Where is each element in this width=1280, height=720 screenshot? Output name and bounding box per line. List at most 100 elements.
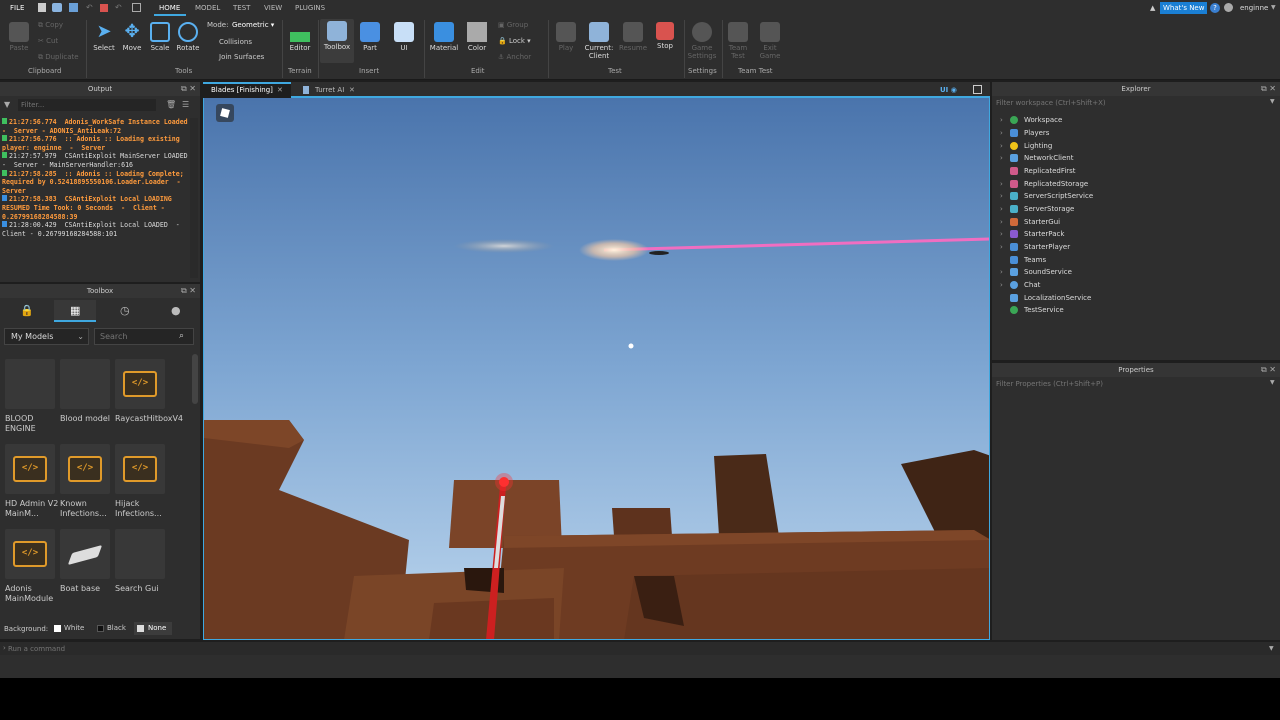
divider <box>684 20 685 78</box>
duplicate-button[interactable]: ⧉ Duplicate <box>38 53 79 62</box>
color-button[interactable]: Color <box>463 20 491 52</box>
ui-button[interactable]: UI <box>390 20 418 52</box>
tab-view[interactable]: VIEW <box>264 4 282 12</box>
menu-bar: FILE ↶ ↶ HOME MODEL TEST VIEW PLUGINS ▲ … <box>0 0 1280 16</box>
undo-icon[interactable]: ↶ <box>86 3 93 12</box>
terrain-editor-button[interactable]: Editor <box>286 20 314 52</box>
file-menu[interactable]: FILE <box>10 4 24 12</box>
scale-tool[interactable]: Scale <box>146 20 174 52</box>
username[interactable]: enginne <box>1240 4 1268 12</box>
whats-new-button[interactable]: What's New <box>1160 2 1208 14</box>
output-filter-input[interactable] <box>18 99 156 111</box>
mode-dropdown[interactable]: Geometric ▾ <box>232 21 274 29</box>
explorer-filter-input[interactable] <box>992 97 1280 109</box>
paste-button[interactable]: Paste <box>6 20 32 52</box>
model-tile[interactable]: </> <box>115 359 165 409</box>
cut-button[interactable]: ✂ Cut <box>38 37 58 45</box>
team-test-button[interactable]: Team Test <box>724 20 752 60</box>
save-icon[interactable] <box>69 3 78 12</box>
filter-icon[interactable]: ▼ <box>4 100 10 109</box>
user-dropdown-icon[interactable]: ▼ <box>1271 4 1276 11</box>
search-icon[interactable]: ⌕ <box>179 331 184 341</box>
command-input[interactable] <box>8 642 1258 655</box>
game-viewport[interactable] <box>203 98 990 640</box>
close-icon[interactable]: ✕ <box>349 82 355 98</box>
chevron-down-icon[interactable]: ▼ <box>1270 98 1275 105</box>
collisions-toggle[interactable]: Collisions <box>219 38 252 46</box>
model-tile[interactable]: </> <box>60 444 110 494</box>
roblox-logo-icon <box>220 108 230 118</box>
model-tile[interactable] <box>5 359 55 409</box>
join-surfaces-toggle[interactable]: Join Surfaces <box>219 53 264 61</box>
tab-blades[interactable]: Blades [Finishing] ✕ <box>203 82 291 98</box>
grid-icon: ▦ <box>70 304 81 317</box>
model-tile[interactable] <box>60 359 110 409</box>
material-button[interactable]: Material <box>428 20 460 52</box>
panel-controls[interactable]: ⧉ ✕ <box>181 82 196 96</box>
bg-white-option[interactable]: White <box>64 624 84 632</box>
rotate-tool[interactable]: Rotate <box>174 20 202 52</box>
roblox-menu-button[interactable] <box>216 104 234 122</box>
exit-game-button[interactable]: Exit Game <box>756 20 784 60</box>
new-file-icon[interactable] <box>38 3 46 12</box>
tab-inventory[interactable]: ▦ <box>54 300 96 322</box>
clear-output-icon[interactable]: 🗑 <box>166 100 176 109</box>
copy-button[interactable]: ⧉ Copy <box>38 21 63 30</box>
chevron-up-icon[interactable]: ▲ <box>1150 4 1155 12</box>
model-tile[interactable]: </> <box>115 444 165 494</box>
panel-controls[interactable]: ⧉ ✕ <box>1261 82 1276 96</box>
lock-button[interactable]: 🔒 Lock ▾ <box>498 37 531 45</box>
share-icon[interactable] <box>1224 3 1233 12</box>
exit-icon <box>760 22 780 42</box>
tab-turret-ai[interactable]: Turret AI ✕ <box>299 82 363 98</box>
panel-controls[interactable]: ⧉ ✕ <box>181 284 196 298</box>
select-tool[interactable]: ➤ Select <box>90 20 118 53</box>
team-test-group-label: Team Test <box>738 67 773 75</box>
ui-visibility-toggle[interactable]: UI ◉ <box>940 86 957 94</box>
undo-arrow-icon[interactable]: ↶ <box>115 3 122 12</box>
model-tile[interactable]: </> <box>5 444 55 494</box>
cursor-icon: ➤ <box>96 21 112 42</box>
log-line: 21:28:00.429 CSAntiExploit Local LOADED … <box>2 221 188 238</box>
help-icon[interactable]: ? <box>1210 3 1220 13</box>
tab-marketplace-icon[interactable]: 🔒 <box>20 304 34 317</box>
resume-button[interactable]: Resume <box>618 20 648 52</box>
log-line: 21:27:56.774 Adonis_WorkSafe Instance Lo… <box>2 118 188 135</box>
bg-none-option[interactable]: None <box>134 622 172 635</box>
current-client-button[interactable]: Current: Client <box>583 20 615 60</box>
bg-black-option[interactable]: Black <box>107 624 126 632</box>
move-tool[interactable]: ✥ Move <box>118 20 146 53</box>
model-label: RaycastHitboxV4 <box>115 414 184 423</box>
toolbox-button[interactable]: Toolbox <box>320 19 354 63</box>
chevron-right-icon: › <box>1000 268 1003 276</box>
part-button[interactable]: Part <box>356 20 384 52</box>
tab-model[interactable]: MODEL <box>195 4 220 12</box>
tab-plugins[interactable]: PLUGINS <box>295 4 325 12</box>
anchor-button[interactable]: ⚓ Anchor <box>498 53 531 61</box>
chevron-down-icon[interactable]: ▼ <box>1269 645 1274 652</box>
maximize-icon[interactable] <box>973 85 982 94</box>
properties-filter-input[interactable] <box>992 378 1280 390</box>
divider <box>548 20 549 78</box>
tab-creations-icon[interactable]: ● <box>171 304 181 317</box>
panel-controls[interactable]: ⧉ ✕ <box>1261 363 1276 377</box>
group-button[interactable]: ▣ Group <box>498 21 528 29</box>
screenshot-icon[interactable] <box>132 3 141 12</box>
chevron-down-icon[interactable]: ▼ <box>1270 379 1275 386</box>
game-settings-button[interactable]: Game Settings <box>686 20 718 60</box>
model-tile[interactable] <box>115 529 165 579</box>
model-tile[interactable]: </> <box>5 529 55 579</box>
output-scrollbar[interactable] <box>190 118 198 278</box>
output-menu-icon[interactable]: ☰ <box>182 100 189 109</box>
open-icon[interactable] <box>52 3 62 12</box>
stop-button[interactable]: Stop <box>652 20 678 50</box>
tab-recent-icon[interactable]: ◷ <box>120 304 130 317</box>
category-dropdown[interactable]: My Models ⌄ <box>4 328 89 345</box>
toolbox-scrollbar[interactable] <box>192 354 198 404</box>
tab-test[interactable]: TEST <box>233 4 250 12</box>
model-tile[interactable] <box>60 529 110 579</box>
play-button[interactable]: Play <box>552 20 580 52</box>
close-icon[interactable]: ✕ <box>277 84 283 97</box>
stop-quick-icon[interactable] <box>100 4 108 12</box>
tab-home[interactable]: HOME <box>159 4 180 12</box>
